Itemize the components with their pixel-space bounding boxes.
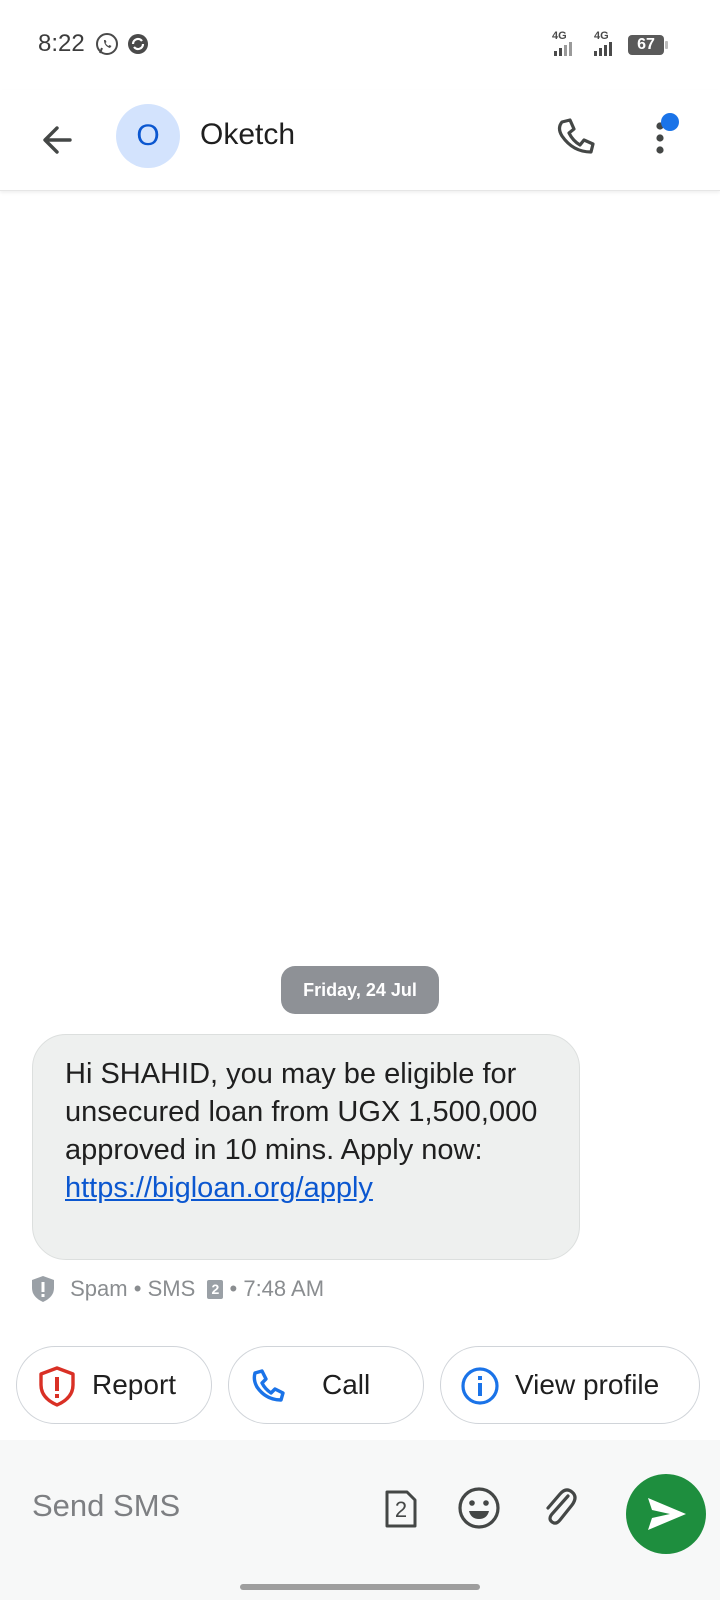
call-label: Call [322,1369,371,1400]
send-button[interactable] [626,1474,706,1554]
sim-badge: 2 [207,1279,224,1299]
view-profile-label: View profile [515,1369,660,1400]
report-label: Report [92,1369,177,1400]
more-vert-icon [656,113,679,154]
emoji-icon[interactable] [456,1485,502,1531]
suggestion-chips: Report Call View profile [16,1346,720,1426]
phone-icon[interactable] [548,110,604,166]
report-chip[interactable]: Report [16,1346,212,1424]
notification-dot [661,113,679,131]
battery-level: 67 [637,36,655,53]
contact-name[interactable]: Oketch [200,118,295,152]
date-divider: Friday, 24 Jul [281,966,439,1014]
home-indicator[interactable] [240,1584,480,1590]
more-options-button[interactable] [650,110,700,166]
status-bar: 8:22 4G 4G 67 [0,0,720,90]
message-bubble[interactable]: Hi SHAHID, you may be eligible for unsec… [32,1034,580,1260]
message-time: 7:48 AM [243,1276,325,1301]
spam-shield-icon [32,1276,54,1302]
message-text: Hi SHAHID, you may be eligible for unsec… [65,1058,538,1166]
avatar[interactable]: O [116,104,180,168]
report-shield-icon [39,1366,75,1407]
view-profile-chip[interactable]: View profile [440,1346,700,1424]
battery-icon: 67 [628,35,668,55]
call-chip[interactable]: Call [228,1346,424,1424]
signal-4g-icon-2: 4G [592,30,618,58]
sim-number: 2 [394,1497,408,1522]
conversation-header: O Oketch [0,90,720,191]
signal-4g-icon-1: 4G [552,30,578,58]
message-meta: Spam • SMS 2 • 7:48 AM [30,1274,324,1304]
send-icon [648,1498,686,1530]
status-time: 8:22 [38,30,85,57]
channel-label: SMS [147,1276,196,1301]
sim-2-icon[interactable]: 2 [383,1488,419,1530]
sms-input[interactable]: Send SMS [32,1476,372,1536]
back-arrow-icon[interactable] [30,112,86,168]
whatsapp-icon [96,33,118,55]
attach-icon[interactable] [538,1484,580,1532]
compose-bar: Send SMS 2 [0,1440,720,1600]
message-text-block: Hi SHAHID, you may be eligible for unsec… [65,1055,555,1207]
phone-icon [252,1369,285,1402]
message-link[interactable]: https://bigloan.org/apply [65,1172,373,1204]
info-icon [461,1367,499,1405]
spam-label: Spam [70,1276,128,1301]
sync-icon [128,34,148,54]
